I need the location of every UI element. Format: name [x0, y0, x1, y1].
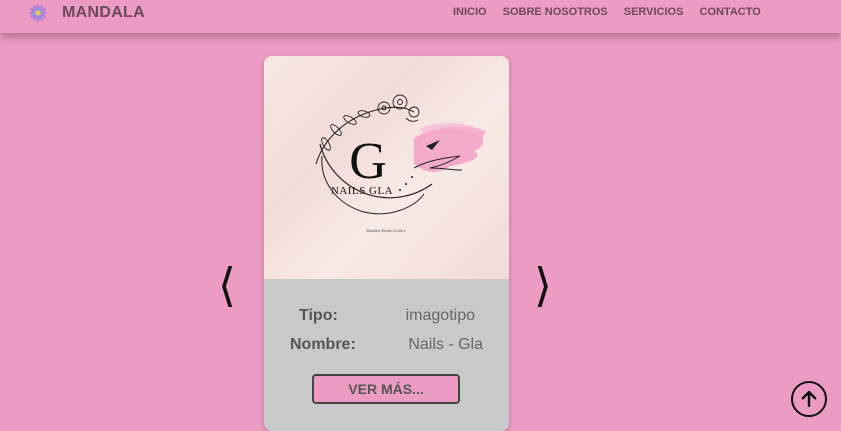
info-row-tipo: Tipo: imagotipo — [264, 307, 509, 329]
carousel-prev-button[interactable]: ⟨ — [218, 262, 236, 308]
tipo-value: imagotipo — [405, 307, 475, 324]
mandala-flower-icon — [29, 4, 47, 22]
arrow-up-icon — [801, 390, 817, 408]
nombre-value: Nails - Gla — [408, 336, 483, 353]
tipo-label: Tipo: — [299, 307, 338, 324]
scroll-to-top-button[interactable] — [791, 381, 827, 417]
nav-link-servicios[interactable]: SERVICIOS — [624, 6, 684, 18]
card-image: G NAILS GLA Mandala Diseño Gráfico — [264, 56, 509, 279]
nav-link-inicio[interactable]: INICIO — [453, 6, 487, 18]
nombre-label: Nombre: — [290, 336, 356, 353]
brand[interactable]: MANDALA — [27, 0, 145, 26]
brand-name: MANDALA — [62, 4, 145, 21]
nails-gla-logo: G NAILS GLA Mandala Diseño Gráfico — [315, 94, 486, 233]
info-row-nombre: Nombre: Nails - Gla — [264, 336, 509, 358]
chevron-left-icon: ⟨ — [218, 258, 236, 312]
nav-link-sobre-nosotros[interactable]: SOBRE NOSOTROS — [503, 6, 608, 18]
svg-text:NAILS GLA: NAILS GLA — [331, 185, 393, 197]
chevron-right-icon: ⟩ — [534, 258, 552, 312]
carousel-next-button[interactable]: ⟩ — [534, 262, 552, 308]
portfolio-card: G NAILS GLA Mandala Diseño Gráfico Tipo:… — [264, 56, 509, 431]
nav-link-contacto[interactable]: CONTACTO — [699, 6, 760, 18]
main-nav: INICIO SOBRE NOSOTROS SERVICIOS CONTACTO — [453, 6, 761, 18]
navbar: MANDALA INICIO SOBRE NOSOTROS SERVICIOS … — [0, 0, 841, 33]
svg-text:Mandala Diseño Gráfico: Mandala Diseño Gráfico — [366, 228, 406, 233]
ver-mas-button[interactable]: VER MÁS... — [312, 374, 460, 404]
svg-text:G: G — [349, 133, 387, 190]
